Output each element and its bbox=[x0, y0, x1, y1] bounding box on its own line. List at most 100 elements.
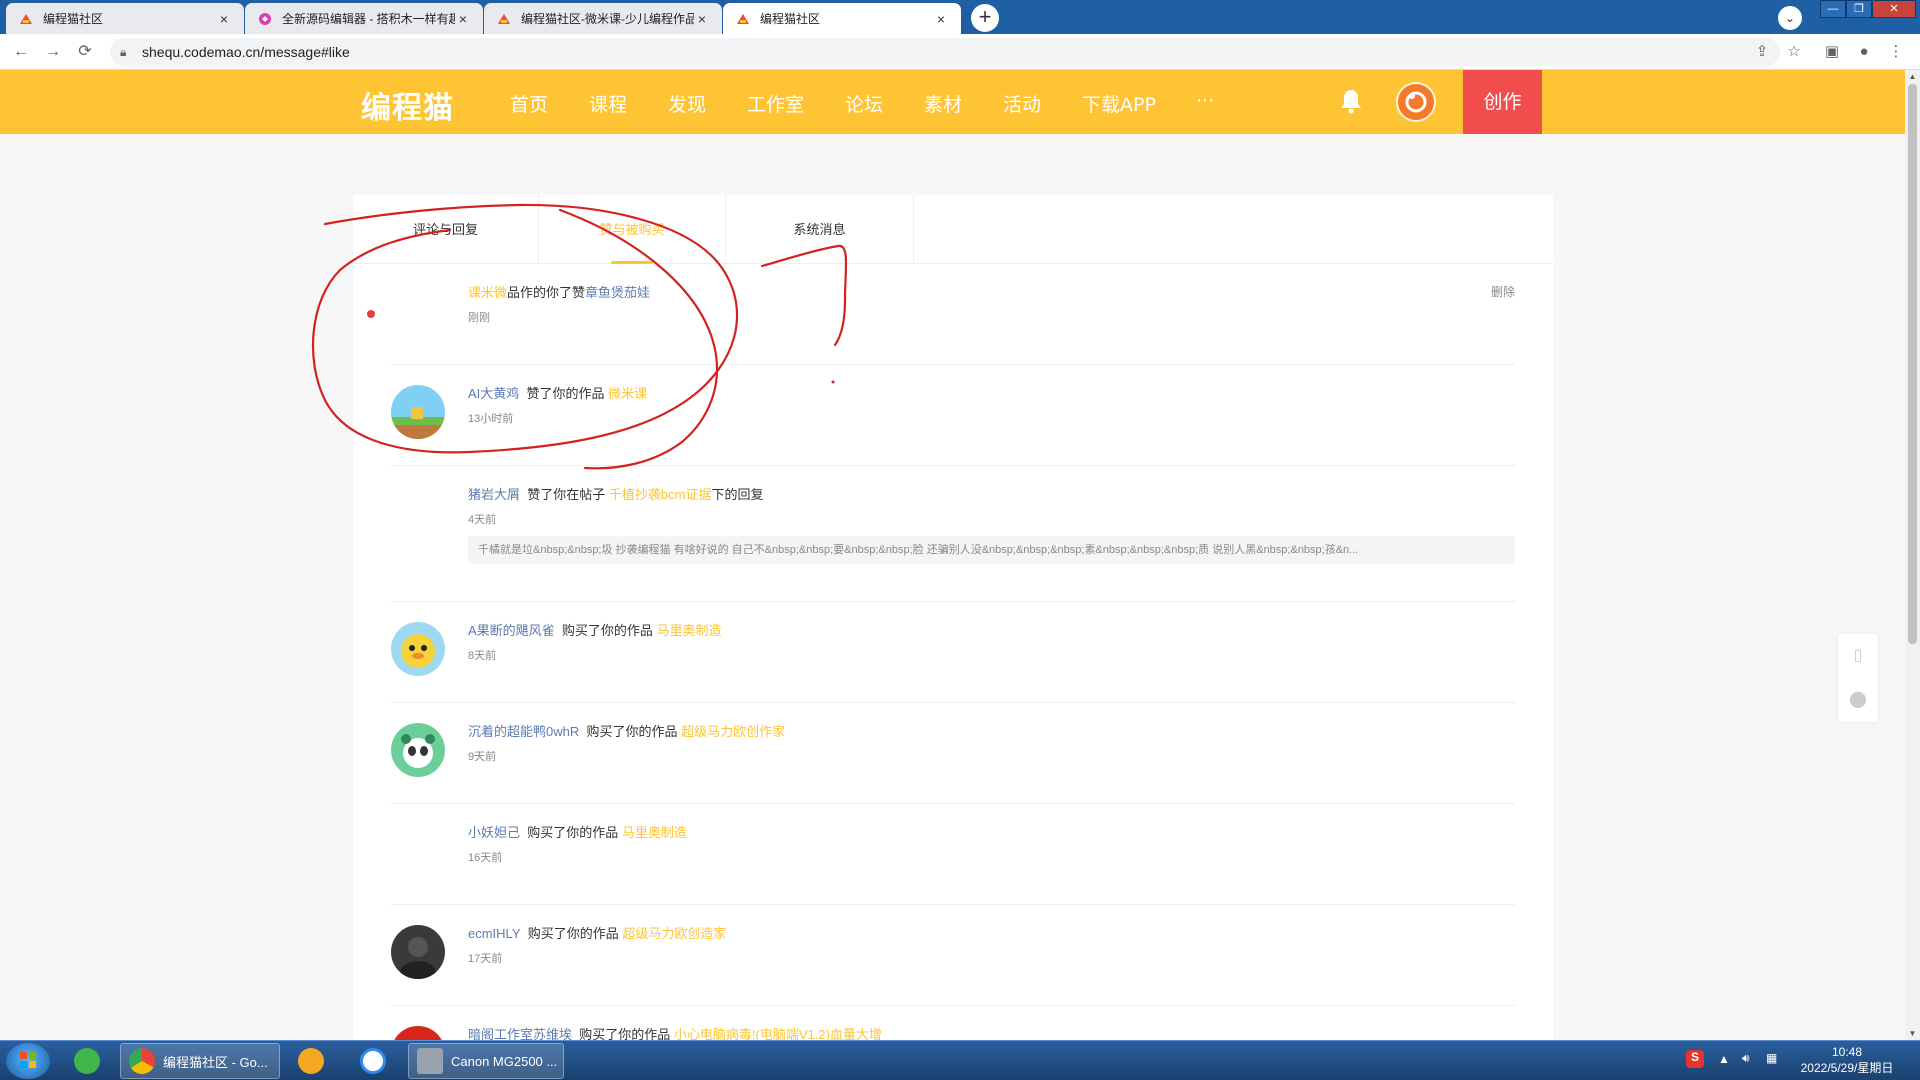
browser-tab[interactable]: 编程猫社区 × bbox=[6, 3, 244, 34]
message-text: ecmIHLY 购买了你的作品 超级马力欧创造家 bbox=[468, 923, 726, 942]
message-user-link[interactable]: 课米微 bbox=[468, 285, 507, 300]
list-item: A果断的飓风雀 购买了你的作品 马里奥制造 8天前 bbox=[391, 602, 1515, 703]
taskbar-browser-icon[interactable] bbox=[290, 1043, 336, 1079]
reload-icon[interactable]: ⟳ bbox=[74, 41, 96, 63]
start-button[interactable] bbox=[6, 1043, 50, 1079]
new-tab-button[interactable]: + bbox=[971, 4, 999, 32]
browser-menu-icon[interactable]: ⋮ bbox=[1885, 41, 1907, 63]
codemao-favicon-icon bbox=[498, 13, 510, 24]
tab-close-icon[interactable]: × bbox=[694, 11, 710, 27]
nav-home[interactable]: 首页 bbox=[510, 90, 548, 117]
taskbar-chrome-window[interactable]: 编程猫社区 - Go... bbox=[120, 1043, 280, 1079]
share-icon[interactable]: ⇪ bbox=[1751, 41, 1773, 63]
bird-avatar-icon bbox=[391, 622, 445, 676]
profile-icon[interactable]: ● bbox=[1853, 41, 1875, 63]
clock-time: 10:48 bbox=[1831, 1045, 1863, 1059]
browser-tab[interactable]: 全新源码编辑器 - 搭积木一样有趣 × bbox=[245, 3, 483, 34]
unread-dot bbox=[367, 310, 375, 318]
editor-favicon-icon bbox=[259, 12, 271, 25]
message-work-link[interactable]: 微米课 bbox=[608, 386, 647, 401]
delete-link[interactable]: 删除 bbox=[1491, 283, 1515, 300]
message-user-link[interactable]: A果断的飓风雀 bbox=[468, 623, 555, 638]
tab-close-icon[interactable]: × bbox=[216, 11, 232, 27]
message-time: 8天前 bbox=[468, 650, 497, 662]
network-icon[interactable]: ▦ bbox=[1766, 1051, 1777, 1065]
message-work-link[interactable]: 超级马力欧创造家 bbox=[622, 926, 726, 941]
avatar[interactable] bbox=[391, 622, 445, 676]
tab-close-icon[interactable]: × bbox=[455, 11, 471, 27]
taskbar-app-label: Canon MG2500 ... bbox=[451, 1053, 558, 1069]
nav-studio[interactable]: 工作室 bbox=[747, 90, 804, 117]
user-avatar[interactable] bbox=[1396, 82, 1436, 122]
nav-download-app[interactable]: 下载APP bbox=[1082, 90, 1156, 117]
nav-materials[interactable]: 素材 bbox=[924, 90, 962, 117]
nav-forum[interactable]: 论坛 bbox=[845, 90, 883, 117]
taskbar-ie-icon[interactable] bbox=[66, 1043, 112, 1079]
codemao-logo[interactable]: 编程猫 bbox=[361, 83, 454, 127]
globe-icon bbox=[74, 1048, 100, 1074]
tab-system-messages[interactable]: 系统消息 bbox=[726, 195, 914, 264]
browser-tab-active[interactable]: 编程猫社区 × bbox=[723, 3, 961, 34]
site-header: 编程猫 首页 课程 发现 工作室 论坛 素材 活动 下载APP ··· 创作 bbox=[0, 70, 1905, 134]
message-user-link[interactable]: 小妖妲己 bbox=[468, 825, 520, 840]
message-user-link[interactable]: 猪岩大屑 bbox=[468, 487, 520, 502]
message-user-link[interactable]: AI大黄鸡 bbox=[468, 386, 519, 401]
message-work-link[interactable]: 马里奥制造 bbox=[657, 623, 722, 638]
tab-likes-purchases[interactable]: 赞与被购买 bbox=[539, 195, 726, 264]
message-suffix: 下的回复 bbox=[711, 487, 764, 502]
close-window-icon[interactable]: ✕ bbox=[1872, 0, 1916, 18]
volume-icon[interactable]: 🔊︎ bbox=[1742, 1051, 1750, 1066]
windows-logo-icon bbox=[20, 1052, 36, 1068]
forward-arrow-icon[interactable]: → bbox=[42, 41, 64, 63]
message-action: 赞了你的作品 bbox=[526, 386, 605, 401]
message-time: 13小时前 bbox=[468, 413, 514, 425]
taskbar-clock[interactable]: 10:48 2022/5/29/星期日 bbox=[1792, 1044, 1902, 1076]
notification-bell-icon[interactable] bbox=[1339, 88, 1363, 114]
qq-penguin-icon[interactable]: ⬤ bbox=[1838, 678, 1878, 722]
list-item: ecmIHLY 购买了你的作品 超级马力欧创造家 17天前 bbox=[391, 905, 1515, 1006]
message-user-link[interactable]: ecmIHLY bbox=[468, 926, 521, 941]
message-work-link[interactable]: 马里奥制造 bbox=[622, 825, 687, 840]
address-bar[interactable]: 🔒︎ shequ.codemao.cn/message#like bbox=[110, 38, 1780, 66]
tray-expand-icon[interactable]: ▲ bbox=[1718, 1052, 1730, 1066]
tab-title: 编程猫社区 bbox=[43, 12, 104, 26]
mobile-device-icon[interactable]: ▯ bbox=[1838, 634, 1878, 678]
message-work-link[interactable]: 千植抄袭bcm证据 bbox=[609, 487, 712, 502]
restore-window-icon[interactable]: ❐ bbox=[1846, 0, 1872, 18]
side-panel-icon[interactable]: ▣ bbox=[1821, 41, 1843, 63]
message-work-link[interactable]: 超级马力欧创作家 bbox=[681, 724, 785, 739]
sogou-input-icon[interactable]: S bbox=[1686, 1050, 1704, 1068]
nav-discover[interactable]: 发现 bbox=[668, 90, 706, 117]
nav-courses[interactable]: 课程 bbox=[589, 90, 627, 117]
message-action: 赞了你在帖子 bbox=[527, 487, 606, 502]
address-url[interactable]: shequ.codemao.cn/message#like bbox=[142, 44, 350, 60]
taskbar-printer-window[interactable]: Canon MG2500 ... bbox=[408, 1043, 564, 1079]
message-work-link[interactable]: 章鱼煲茄娃 bbox=[585, 285, 650, 300]
avatar[interactable] bbox=[391, 723, 445, 777]
message-text: 小妖妲己 购买了你的作品 马里奥制造 bbox=[468, 822, 687, 841]
tab-close-icon[interactable]: × bbox=[933, 11, 949, 27]
nav-more[interactable]: ··· bbox=[1196, 90, 1214, 112]
scrollbar-thumb[interactable] bbox=[1908, 84, 1917, 644]
tab-comments-replies[interactable]: 评论与回复 bbox=[353, 195, 539, 264]
minimize-window-icon[interactable]: — bbox=[1820, 0, 1846, 18]
message-user-link[interactable]: 沉着的超能鸭0whR bbox=[468, 724, 579, 739]
scroll-up-arrow-icon[interactable]: ▲ bbox=[1905, 72, 1920, 81]
message-card: 评论与回复 赞与被购买 系统消息 课米微品作的你了赞章鱼煲茄娃 刚刚 删除 AI… bbox=[353, 195, 1553, 1046]
scroll-down-arrow-icon[interactable]: ▼ bbox=[1905, 1029, 1920, 1038]
page-scrollbar[interactable]: ▲ ▼ bbox=[1905, 70, 1920, 1040]
create-button[interactable]: 创作 bbox=[1463, 70, 1542, 134]
taskbar-app-icon[interactable] bbox=[352, 1043, 398, 1079]
bookmark-star-icon[interactable]: ☆ bbox=[1783, 41, 1805, 63]
avatar[interactable] bbox=[391, 925, 445, 979]
list-item: 课米微品作的你了赞章鱼煲茄娃 刚刚 删除 bbox=[367, 264, 1515, 365]
screen: 编程猫社区 × 全新源码编辑器 - 搭积木一样有趣 × 编程猫社区-微米课-少儿… bbox=[0, 0, 1920, 1080]
nav-activities[interactable]: 活动 bbox=[1003, 90, 1041, 117]
browser-tab[interactable]: 编程猫社区-微米课-少儿编程作品 × bbox=[484, 3, 722, 34]
list-item: 沉着的超能鸭0whR 购买了你的作品 超级马力欧创作家 9天前 bbox=[391, 703, 1515, 804]
avatar[interactable] bbox=[391, 385, 445, 439]
tab-search-chevron-icon[interactable]: ⌄ bbox=[1778, 6, 1802, 30]
orange-browser-icon bbox=[298, 1048, 324, 1074]
tab-title: 编程猫社区 bbox=[760, 12, 821, 26]
back-arrow-icon[interactable]: ← bbox=[10, 41, 32, 63]
